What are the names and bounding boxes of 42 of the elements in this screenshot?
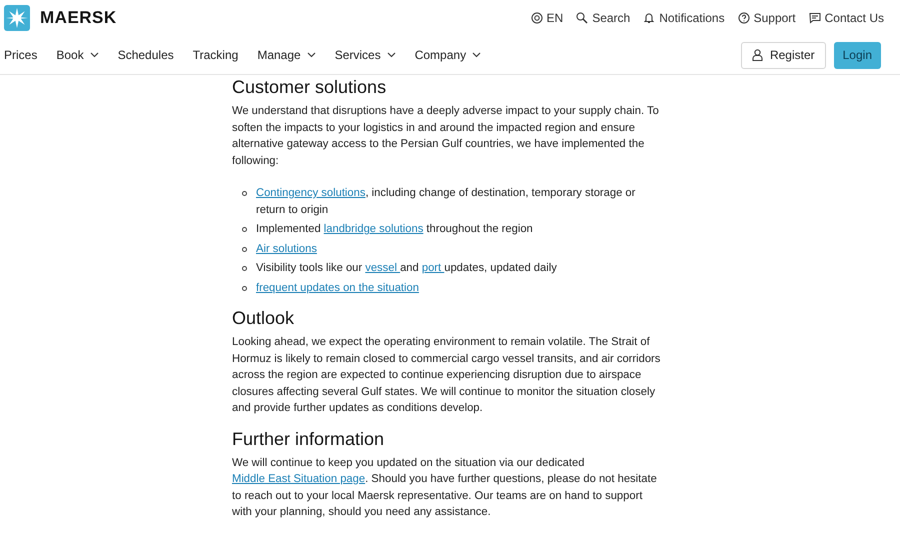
bullet-icon [242, 246, 247, 252]
inline-link[interactable]: frequent updates on the situation [256, 282, 419, 294]
bell-icon [643, 12, 656, 24]
bullet-icon [242, 266, 247, 271]
utility-link[interactable]: Support [738, 11, 796, 25]
nav-menu-item[interactable]: Prices [4, 48, 38, 62]
section-heading: Further information [232, 428, 386, 450]
nav-menu-item[interactable]: Book [56, 48, 99, 62]
search-icon [576, 12, 588, 24]
bullet-icon [242, 191, 247, 196]
section-heading: Customer solutions [232, 76, 388, 98]
star-logo-icon[interactable] [4, 5, 30, 31]
bullet-icon [242, 227, 247, 232]
bullet-text: Visibility tools like our vessel and port updates, updated daily [256, 261, 557, 276]
nav-menu-item[interactable]: Tracking [192, 48, 238, 62]
nav-menu-item[interactable]: Services [334, 48, 396, 62]
user-icon [752, 49, 763, 61]
help-icon [738, 12, 750, 24]
nav-menu-item[interactable]: Manage [257, 48, 316, 62]
inline-link[interactable]: Air solutions [256, 242, 317, 254]
brand-wordmark[interactable]: MAERSK [40, 8, 117, 28]
globe-icon [530, 12, 543, 24]
nav-menu-item[interactable]: Company [414, 48, 482, 62]
inline-link[interactable]: port [422, 262, 444, 274]
section-heading: Outlook [232, 307, 296, 329]
inline-link[interactable]: Contingency solutions [256, 187, 366, 199]
body-paragraph: We will continue to keep you updated on the situation via our dedicated Middle East Situation page. Should you have further questions, please do not hesitate to reach out to your local Maersk representative. Our teams are on hand to support with your planning, should you need any assistance. [232, 456, 658, 520]
utility-link[interactable]: EN [530, 11, 564, 25]
inline-link[interactable]: Middle East Situation page [232, 473, 366, 485]
utility-link[interactable]: Notifications [643, 11, 725, 25]
body-paragraph: Looking ahead, we expect the operating environment to remain volatile. The Strait of Hormuz is likely to remain closed to commercial cargo vessel transits, and air corridors across the region are expected to continue experiencing disruption due to airspace closures affecting several Gulf states. We will continue to monitor the situation closely and provide further updates as conditions develop. [232, 335, 662, 416]
bullet-text: Implemented landbridge solutions throughout the region [256, 222, 533, 237]
utility-link[interactable]: Search [576, 11, 630, 25]
inline-link[interactable]: vessel [365, 262, 400, 274]
login-button[interactable]: Login [834, 42, 881, 68]
chat-icon [808, 12, 821, 24]
register-button[interactable]: Register [740, 42, 826, 68]
nav-menu-item[interactable]: Schedules [118, 48, 174, 62]
bullet-icon [242, 286, 247, 290]
inline-link[interactable]: landbridge solutions [324, 223, 424, 235]
utility-link[interactable]: Contact Us [808, 11, 884, 25]
body-paragraph: We understand that disruptions have a deeply adverse impact to your supply chain. To soften the impacts to your logistics in and around the impacted region and ensure alternative gateway access to the Persian Gulf countries, we have implemented the following: [232, 104, 660, 168]
